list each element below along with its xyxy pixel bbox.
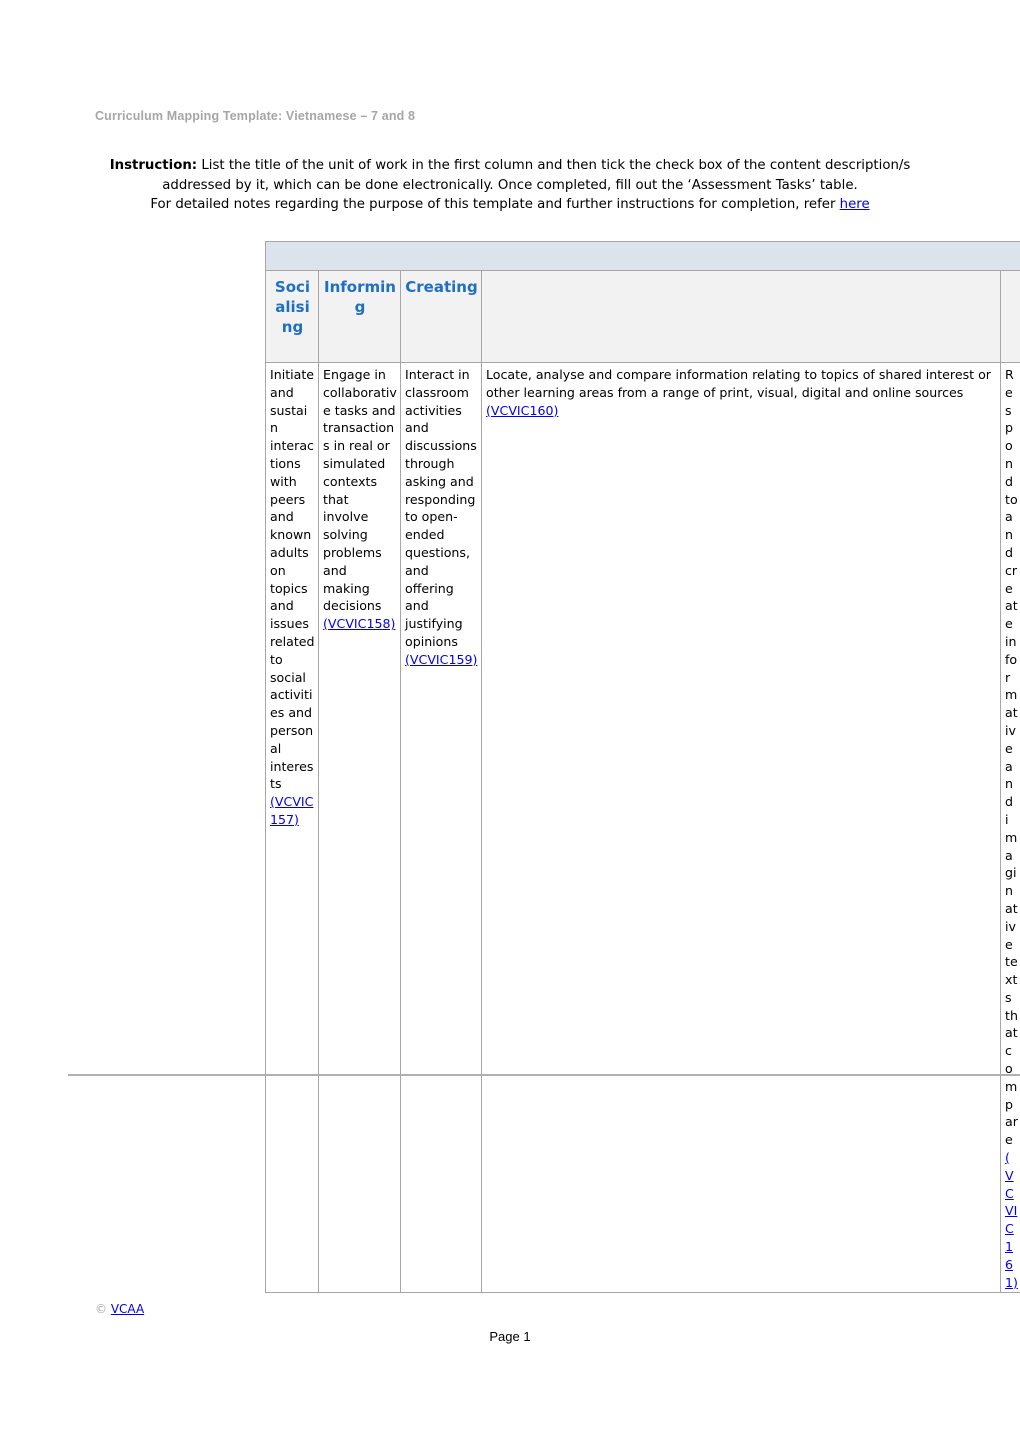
- content-description-code-link-2[interactable]: (VCVIC158): [323, 616, 395, 631]
- column-header-blank-5: [999, 270, 1020, 363]
- content-description-text-2: Engage in collaborative tasks and transa…: [323, 367, 397, 614]
- content-description-text-4: Locate, analyse and compare information …: [486, 367, 991, 400]
- page-bottom-rule: [68, 1074, 1020, 1076]
- table-header-row: Socialising Informing Creating: [265, 270, 1020, 363]
- instruction-label: Instruction:: [109, 158, 198, 173]
- content-description-text-5: Respond to and create informative and im…: [1005, 367, 1018, 1148]
- content-description-cell-4: Locate, analyse and compare information …: [481, 361, 1001, 1294]
- table-banner-row: [264, 241, 1020, 271]
- content-description-text-1: Initiate and sustain interactions with p…: [270, 367, 315, 792]
- content-description-cell-2: Engage in collaborative tasks and transa…: [318, 361, 401, 1294]
- column-header-informing: Informing: [318, 270, 401, 363]
- column-header-blank-4: [481, 270, 1001, 363]
- curriculum-mapping-table: Socialising Informing Creating Initiate …: [264, 241, 1020, 1294]
- column-header-socialising: Socialising: [265, 270, 319, 363]
- instruction-notes-text: For detailed notes regarding the purpose…: [150, 197, 840, 213]
- content-description-code-link-1[interactable]: (VCVIC157): [270, 794, 313, 827]
- footer-copyright: © VCAA: [95, 1302, 144, 1316]
- instruction-paragraph: Instruction: List the title of the unit …: [100, 156, 920, 195]
- vcaa-link[interactable]: VCAA: [111, 1302, 144, 1316]
- footer-page-number: Page 1: [489, 1329, 531, 1344]
- copyright-symbol: ©: [95, 1302, 107, 1316]
- table-row: Initiate and sustain interactions with p…: [265, 361, 1020, 1294]
- table-banner-cell: [264, 241, 1020, 271]
- instruction-body: List the title of the unit of work in th…: [162, 158, 911, 193]
- detailed-notes-link[interactable]: here: [840, 197, 870, 212]
- column-header-creating: Creating: [400, 270, 482, 363]
- instruction-notes-paragraph: For detailed notes regarding the purpose…: [100, 195, 920, 215]
- content-description-cell-5: Respond to and create informative and im…: [999, 361, 1020, 1294]
- content-description-cell-3: Interact in classroom activities and dis…: [400, 361, 482, 1294]
- content-description-cell-1: Initiate and sustain interactions with p…: [265, 361, 319, 1294]
- content-description-code-link-4[interactable]: (VCVIC160): [486, 403, 558, 418]
- content-description-code-link-5[interactable]: (VCVIC161): [1005, 1150, 1018, 1290]
- instruction-block: Instruction: List the title of the unit …: [100, 156, 920, 215]
- content-description-text-3: Interact in classroom activities and dis…: [405, 367, 477, 649]
- content-description-code-link-3[interactable]: (VCVIC159): [405, 652, 477, 667]
- document-running-header: Curriculum Mapping Template: Vietnamese …: [95, 109, 416, 123]
